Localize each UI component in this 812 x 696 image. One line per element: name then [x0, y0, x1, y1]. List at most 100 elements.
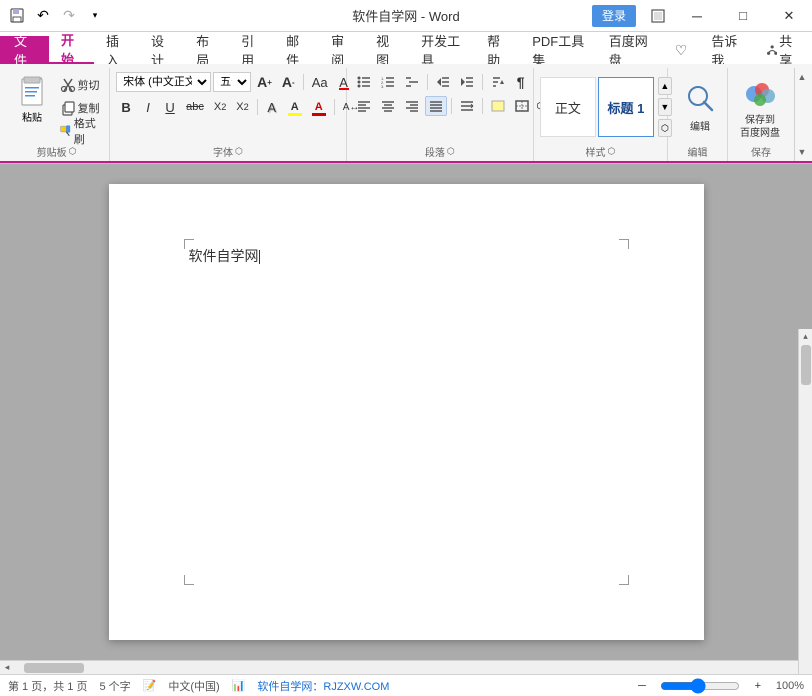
shading-btn[interactable] [487, 96, 509, 116]
sort-btn[interactable] [487, 72, 509, 92]
change-case-btn[interactable]: Aa [308, 72, 332, 92]
tab-mail[interactable]: 邮件 [274, 36, 319, 64]
numbering-btn[interactable]: 1.2.3. [377, 72, 399, 92]
editing-label: 编辑 [674, 144, 721, 161]
h-scroll-track[interactable] [14, 661, 798, 675]
font-shrink-btn[interactable]: A- [278, 72, 299, 92]
tab-references[interactable]: 引用 [229, 36, 274, 64]
font-label: 字体 ⬡ [116, 144, 340, 161]
clipboard-label: 剪贴板 ⬡ [10, 144, 103, 161]
increase-indent-btn[interactable] [456, 72, 478, 92]
tab-layout[interactable]: 布局 [184, 36, 229, 64]
word-count: 5 个字 [99, 678, 130, 694]
group-editing: 编辑 编辑 [668, 68, 728, 161]
highlight-color-btn[interactable]: A [284, 96, 306, 118]
multilevel-list-btn[interactable] [401, 72, 423, 92]
redo-btn[interactable]: ↷ [58, 5, 80, 27]
show-marks-btn[interactable]: ¶ [511, 72, 531, 92]
font-size-select[interactable]: 五号 [213, 72, 251, 92]
page-info: 第 1 页，共 1 页 [8, 678, 87, 694]
vertical-scrollbar: ▴ ▾ [798, 329, 812, 674]
align-center-btn[interactable] [377, 96, 399, 116]
h-scroll-thumb[interactable] [24, 663, 84, 673]
tab-tellme[interactable]: 告诉我 [699, 36, 755, 64]
font-color-btn[interactable]: A [308, 96, 330, 118]
line-spacing-btn[interactable] [456, 96, 478, 116]
document-page[interactable]: 软件自学网 [109, 184, 704, 640]
v-scroll-thumb[interactable] [801, 345, 811, 385]
tab-review[interactable]: 审阅 [319, 36, 364, 64]
strikethrough-btn[interactable]: abc [182, 97, 208, 117]
bold-btn[interactable]: B [116, 97, 136, 117]
macro-icon[interactable]: 📝 [143, 679, 157, 692]
subscript-btn[interactable]: X2 [210, 97, 230, 117]
website-link[interactable]: 软件自学网：RJZXW.COM [257, 678, 389, 694]
minimize-button[interactable]: ─ [674, 0, 720, 32]
zoom-in-btn[interactable]: + [748, 676, 768, 696]
tab-developer[interactable]: 开发工具 [409, 36, 475, 64]
tab-pdf[interactable]: PDF工具集 [520, 36, 597, 64]
underline-btn[interactable]: U [160, 97, 180, 117]
tab-share[interactable]: 共享 [755, 36, 812, 64]
ribbon-scroll-up[interactable]: ▲ [795, 70, 809, 84]
zoom-out-btn[interactable]: ─ [632, 676, 652, 696]
group-styles: 正文 标题 1 ▲ ▼ ⬡ 样式 ⬡ [534, 68, 668, 161]
tab-heart[interactable]: ♡ [663, 36, 700, 64]
ribbon-scroll-down[interactable]: ▼ [795, 145, 809, 159]
font-name-select[interactable]: 宋体 (中文正文) [116, 72, 211, 92]
style-normal[interactable]: 正文 [540, 77, 596, 137]
save-cloud-btn[interactable]: 保存到百度网盘 [734, 70, 786, 144]
track-icon[interactable]: 📊 [232, 679, 246, 692]
document-content[interactable]: 软件自学网 [189, 244, 624, 544]
format-painter-button[interactable]: 格式刷 [56, 120, 103, 142]
font-grow-btn[interactable]: A+ [253, 72, 276, 92]
horizontal-scrollbar: ◂ ▸ [0, 660, 812, 674]
doc-text: 软件自学网 [189, 248, 259, 264]
cut-button[interactable]: 剪切 [56, 74, 103, 96]
paragraph-expand-icon2[interactable]: ⬡ [447, 146, 455, 157]
paste-button[interactable]: 粘贴 [10, 70, 54, 126]
login-button[interactable]: 登录 [592, 5, 636, 27]
group-clipboard: 粘贴 剪切 [4, 68, 110, 161]
v-scroll-up-btn[interactable]: ▴ [799, 329, 812, 343]
tab-home[interactable]: 开始 [49, 36, 94, 64]
group-save: 保存到百度网盘 保存 [728, 68, 794, 161]
tab-baidu[interactable]: 百度网盘 [597, 36, 663, 64]
superscript-btn[interactable]: X2 [232, 97, 252, 117]
tab-design[interactable]: 设计 [139, 36, 184, 64]
tab-file[interactable]: 文件 [0, 36, 49, 64]
window-title: 软件自学网 - Word [352, 6, 459, 25]
group-paragraph: 1.2.3. [347, 68, 534, 161]
editing-btn[interactable]: 编辑 [674, 78, 726, 137]
zoom-slider[interactable] [660, 679, 740, 693]
status-bar: 第 1 页，共 1 页 5 个字 📝 中文(中国) 📊 软件自学网：RJZXW.… [0, 674, 812, 696]
borders-btn[interactable] [511, 96, 533, 116]
save-cloud-label: 保存 [734, 144, 788, 161]
clipboard-expand-icon[interactable]: ⬡ [69, 146, 77, 157]
tab-insert[interactable]: 插入 [94, 36, 139, 64]
tab-view[interactable]: 视图 [364, 36, 409, 64]
tab-help[interactable]: 帮助 [475, 36, 520, 64]
style-heading1[interactable]: 标题 1 [598, 77, 654, 137]
close-button[interactable]: ✕ [766, 0, 812, 32]
maximize-baidu-btn[interactable] [642, 0, 674, 32]
svg-text:3.: 3. [381, 84, 384, 88]
undo-btn[interactable]: ↶ [32, 5, 54, 27]
italic-btn[interactable]: I [138, 97, 158, 117]
language: 中文(中国) [168, 678, 219, 694]
quick-access-dropdown[interactable]: ▾ [84, 5, 106, 27]
align-right-btn[interactable] [401, 96, 423, 116]
restore-button[interactable]: □ [720, 0, 766, 32]
styles-expand-icon[interactable]: ⬡ [608, 146, 616, 157]
font-expand-icon[interactable]: ⬡ [235, 146, 243, 157]
bullets-btn[interactable] [353, 72, 375, 92]
decrease-indent-btn[interactable] [432, 72, 454, 92]
paragraph-label: 段落 ⬡ [353, 144, 527, 161]
clear-format-btn[interactable]: A [334, 72, 354, 92]
align-left-btn[interactable] [353, 96, 375, 116]
save-icon[interactable] [6, 5, 28, 27]
text-effect-btn[interactable]: A [262, 97, 282, 117]
styles-label: 样式 ⬡ [540, 144, 661, 161]
justify-btn[interactable] [425, 96, 447, 116]
h-scroll-left-btn[interactable]: ◂ [0, 661, 14, 675]
